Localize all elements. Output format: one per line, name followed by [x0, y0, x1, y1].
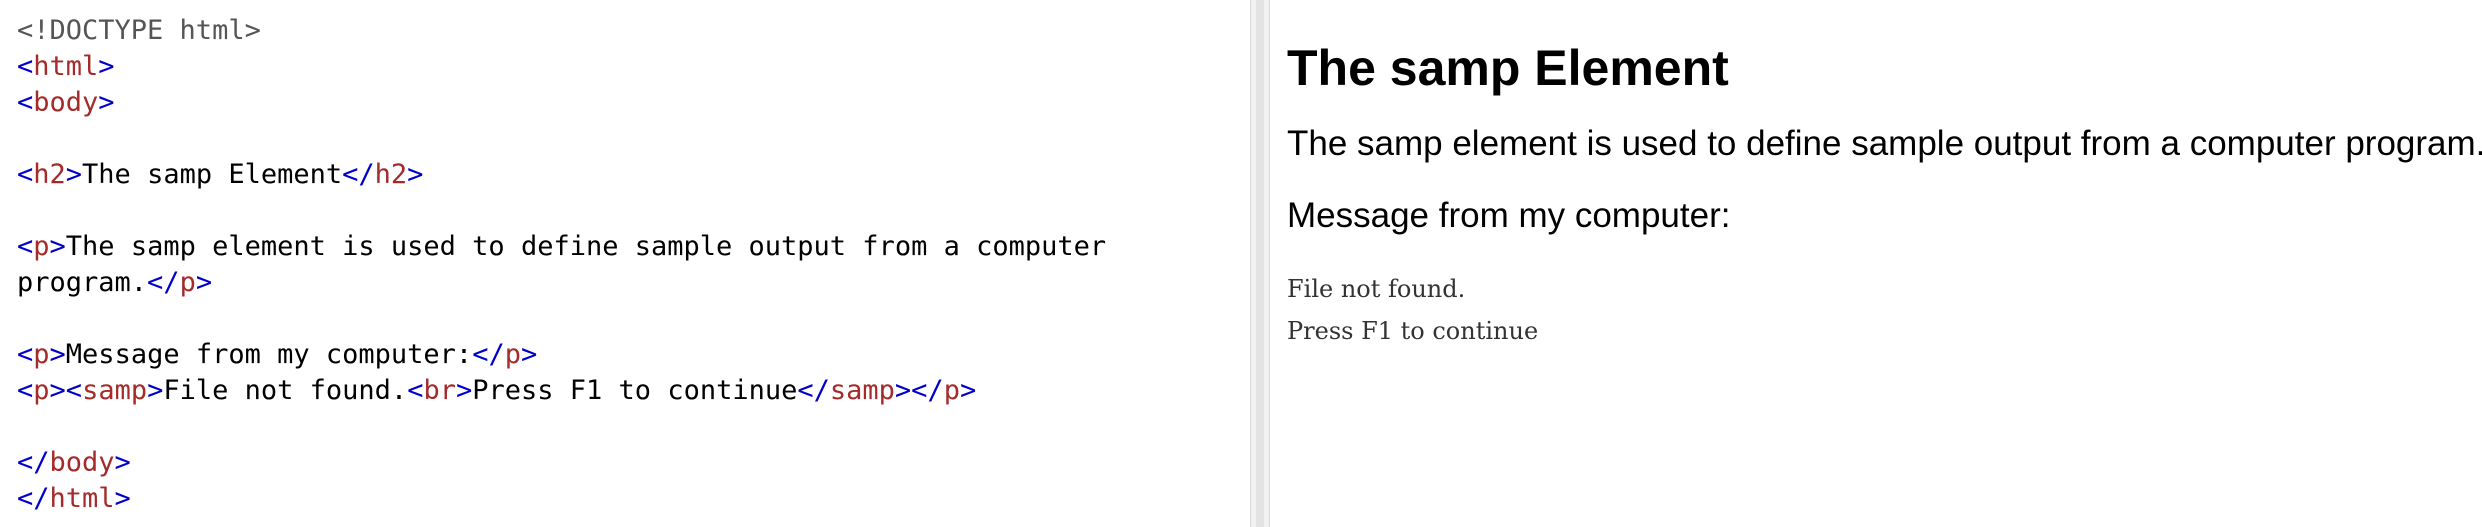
- code-token-tag: html: [33, 51, 99, 82]
- code-token-tag: p: [33, 375, 50, 406]
- code-token-text: program.: [17, 267, 148, 298]
- code-token-bracket: >: [195, 267, 213, 298]
- code-token-bracket: </: [797, 375, 830, 406]
- code-token-tag: h2: [374, 159, 408, 190]
- code-token-bracket: <: [65, 375, 83, 406]
- sample-line-1: File not found.: [1287, 275, 1466, 303]
- code-token-tag: body: [33, 87, 99, 118]
- code-token-bracket: </: [17, 447, 50, 478]
- code-token-bracket: >: [49, 339, 66, 370]
- code-token-bracket: >: [114, 447, 131, 478]
- code-token-bracket: >: [894, 375, 912, 406]
- code-token-tag: samp: [82, 375, 148, 406]
- code-token-tag: html: [49, 483, 115, 514]
- code-token-doctype: <!DOCTYPE html>: [17, 15, 261, 46]
- code-token-tag: p: [33, 231, 50, 262]
- result-paragraph-message: Message from my computer:: [1287, 196, 1731, 235]
- code-token-bracket: >: [65, 159, 83, 190]
- code-token-bracket: >: [147, 375, 164, 406]
- result-heading: The samp Element: [1287, 40, 1729, 96]
- code-token-bracket: <: [17, 339, 34, 370]
- code-line: <!DOCTYPE html>: [17, 13, 1250, 49]
- code-token-tag: h2: [33, 159, 66, 190]
- code-line: </html>: [17, 481, 1250, 517]
- result-pane: The samp Element The samp element is use…: [1270, 0, 2482, 527]
- code-token-bracket: <: [407, 375, 424, 406]
- code-token-text: The samp Element: [82, 159, 343, 190]
- sample-output: File not found. Press F1 to continue: [1287, 275, 1538, 345]
- code-line: <body>: [17, 85, 1250, 121]
- code-token-bracket: </: [17, 483, 50, 514]
- code-token-tag: p: [33, 339, 50, 370]
- code-token-bracket: >: [520, 339, 538, 370]
- code-token-bracket: <: [17, 51, 34, 82]
- code-token-tag: p: [179, 267, 196, 298]
- pane-splitter[interactable]: [1250, 0, 1270, 527]
- code-token-bracket: <: [17, 87, 34, 118]
- code-line: </body>: [17, 445, 1250, 481]
- code-token-bracket: </: [472, 339, 505, 370]
- code-token-bracket: >: [114, 483, 131, 514]
- code-editor[interactable]: <!DOCTYPE html> <html> <body> <h2>The samp …: [0, 0, 1250, 527]
- code-token-bracket: <: [17, 231, 34, 262]
- code-token-tag: samp: [829, 375, 895, 406]
- code-token-bracket: </: [911, 375, 944, 406]
- code-line: <p>Message from my computer:</p>: [17, 337, 1250, 373]
- tryit-editor-window: <!DOCTYPE html> <html> <body> <h2>The samp …: [0, 0, 2482, 527]
- code-line: <p><samp>File not found.<br>Press F1 to …: [17, 373, 1250, 409]
- code-token-bracket: </: [342, 159, 375, 190]
- code-token-tag: br: [423, 375, 456, 406]
- code-line: <h2>The samp Element</h2>: [17, 157, 1250, 193]
- code-token-bracket: >: [407, 159, 424, 190]
- code-token-text: Press F1 to continue: [472, 375, 798, 406]
- code-token-bracket: >: [959, 375, 977, 406]
- code-line: <p>The samp element is used to define sa…: [17, 229, 1250, 265]
- code-token-tag: p: [504, 339, 521, 370]
- code-token-bracket: <: [17, 159, 34, 190]
- code-token-bracket: >: [98, 51, 115, 82]
- code-token-text: Message from my computer:: [65, 339, 473, 370]
- code-token-bracket: </: [147, 267, 180, 298]
- sample-line-2: Press F1 to continue: [1287, 317, 1539, 345]
- code-token-bracket: >: [455, 375, 473, 406]
- code-line: program.</p>: [17, 265, 1250, 301]
- code-token-bracket: >: [49, 231, 66, 262]
- code-token-tag: body: [49, 447, 115, 478]
- sample-output-block: File not found. Press F1 to continue: [1287, 268, 2482, 352]
- code-line: <html>: [17, 49, 1250, 85]
- code-token-text: File not found.: [163, 375, 408, 406]
- code-token-bracket: >: [98, 87, 115, 118]
- code-token-tag: p: [943, 375, 960, 406]
- result-paragraph-description: The samp element is used to define sampl…: [1287, 124, 2482, 163]
- splitter-grip[interactable]: [1256, 0, 1264, 527]
- code-token-bracket: <: [17, 375, 34, 406]
- code-token-bracket: >: [49, 375, 66, 406]
- code-token-text: The samp element is used to define sampl…: [65, 231, 1107, 262]
